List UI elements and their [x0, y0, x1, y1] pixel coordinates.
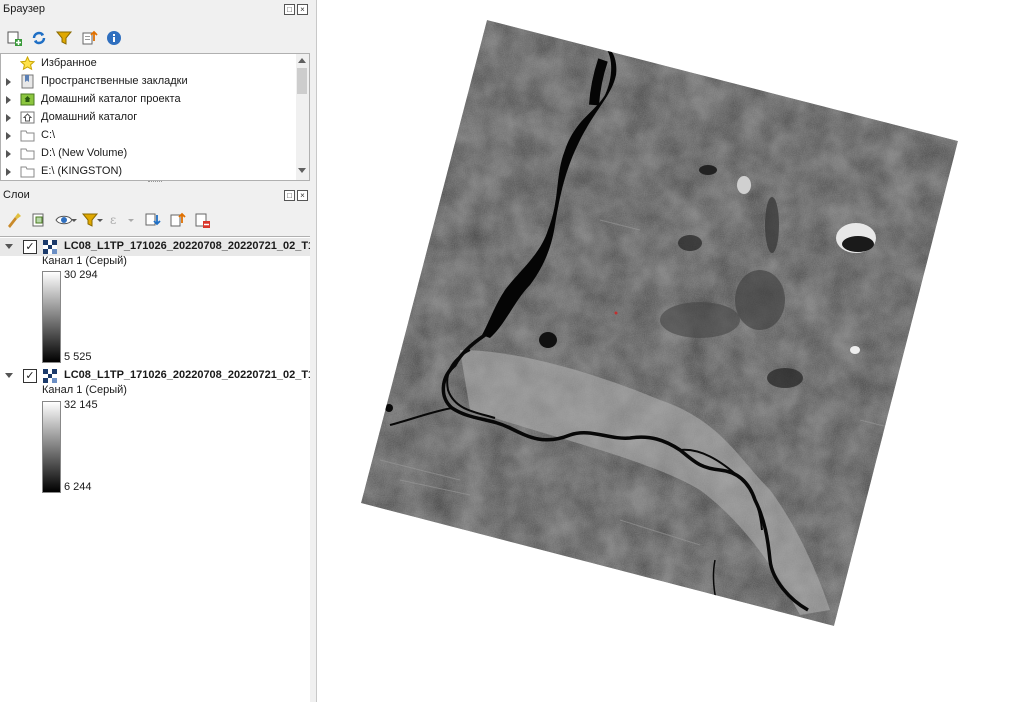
home-icon — [20, 111, 35, 124]
browser-item-bookmarks[interactable]: Пространственные закладки — [1, 73, 297, 91]
browser-panel-title: Браузер — [3, 3, 45, 15]
folder-icon — [20, 166, 35, 178]
collapse-arrow-icon[interactable] — [5, 373, 13, 378]
svg-text:ε: ε — [110, 213, 116, 227]
dropdown-arrow-icon[interactable] — [70, 211, 78, 229]
star-icon — [20, 56, 35, 71]
add-icon[interactable] — [5, 29, 23, 47]
legend-max-value: 32 145 — [64, 399, 98, 411]
grayscale-ramp — [42, 401, 61, 493]
browser-item-label: Пространственные закладки — [41, 75, 188, 87]
float-panel-icon[interactable]: □ — [284, 190, 295, 201]
raster-layer-icon — [43, 369, 57, 383]
project-home-icon — [20, 93, 35, 106]
browser-tree[interactable]: Избранное Пространственные закладки Дома… — [0, 53, 298, 181]
style-icon[interactable] — [5, 211, 23, 229]
browser-item-drive-c[interactable]: C:\ — [1, 127, 297, 145]
collapse-icon[interactable] — [80, 29, 98, 47]
expand-arrow-icon[interactable] — [6, 150, 11, 158]
browser-item-favorites[interactable]: Избранное — [1, 55, 297, 73]
expand-all-icon[interactable] — [143, 211, 161, 229]
browser-item-label: Домашний каталог — [41, 111, 138, 123]
browser-item-drive-d[interactable]: D:\ (New Volume) — [1, 145, 297, 163]
layer-visibility-checkbox[interactable]: ✓ — [23, 240, 37, 254]
legend-max-value: 30 294 — [64, 269, 98, 281]
dropdown-arrow-icon[interactable] — [127, 211, 135, 229]
folder-icon — [20, 148, 35, 160]
raster-layer-icon — [43, 240, 57, 254]
layer-item-1[interactable]: ✓ LC08_L1TP_171026_20220708_20220721_02_… — [0, 238, 310, 256]
dropdown-arrow-icon[interactable] — [96, 211, 104, 229]
info-icon[interactable] — [105, 29, 123, 47]
expression-filter-icon[interactable]: ε — [107, 211, 125, 229]
browser-toolbar — [0, 26, 310, 50]
folder-icon — [20, 130, 35, 142]
browser-panel-titlebar: Браузер □ × — [0, 0, 310, 18]
layer-visibility-checkbox[interactable]: ✓ — [23, 369, 37, 383]
layers-panel-titlebar: Слои □ × — [0, 186, 310, 204]
expand-arrow-icon[interactable] — [6, 114, 11, 122]
browser-item-label: D:\ (New Volume) — [41, 147, 128, 159]
add-group-icon[interactable] — [30, 211, 48, 229]
float-panel-icon[interactable]: □ — [284, 4, 295, 15]
layers-panel-title: Слои — [3, 189, 30, 201]
satellite-raster — [361, 20, 958, 626]
legend-min-value: 6 244 — [64, 481, 92, 493]
layers-tree[interactable]: ✓ LC08_L1TP_171026_20220708_20220721_02_… — [0, 236, 310, 703]
browser-item-drive-e[interactable]: E:\ (KINGSTON) — [1, 163, 297, 180]
scroll-up-arrow-icon[interactable] — [298, 58, 306, 63]
left-dock: Браузер □ × Избранное Пространственные з… — [0, 0, 310, 703]
expand-arrow-icon[interactable] — [6, 168, 11, 176]
layers-toolbar: ε — [0, 208, 310, 232]
layer-item-2[interactable]: ✓ LC08_L1TP_171026_20220708_20220721_02_… — [0, 367, 310, 385]
dock-splitter[interactable] — [310, 0, 317, 702]
scroll-down-arrow-icon[interactable] — [298, 168, 306, 173]
layer-band-label: Канал 1 (Серый) — [42, 384, 127, 396]
browser-item-label: E:\ (KINGSTON) — [41, 165, 123, 177]
expand-arrow-icon[interactable] — [6, 132, 11, 140]
browser-item-label: Домашний каталог проекта — [41, 93, 181, 105]
expand-arrow-icon[interactable] — [6, 96, 11, 104]
browser-item-project-home[interactable]: Домашний каталог проекта — [1, 91, 297, 109]
remove-layer-icon[interactable] — [193, 211, 211, 229]
browser-scrollbar[interactable] — [296, 53, 310, 181]
layer-name: LC08_L1TP_171026_20220708_20220721_02_T1… — [64, 369, 310, 381]
browser-item-label: C:\ — [41, 129, 56, 141]
filter-icon[interactable] — [55, 29, 73, 47]
scrollbar-thumb[interactable] — [297, 68, 307, 94]
panel-resize-grip[interactable] — [148, 181, 162, 184]
collapse-all-icon[interactable] — [168, 211, 186, 229]
layer-band-label: Канал 1 (Серый) — [42, 255, 127, 267]
layer-name: LC08_L1TP_171026_20220708_20220721_02_T1… — [64, 240, 310, 252]
browser-item-home[interactable]: Домашний каталог — [1, 109, 297, 127]
refresh-icon[interactable] — [30, 29, 48, 47]
collapse-arrow-icon[interactable] — [5, 244, 13, 249]
bookmarks-icon — [21, 74, 34, 89]
legend-min-value: 5 525 — [64, 351, 92, 363]
map-canvas[interactable] — [317, 0, 1017, 702]
grayscale-ramp — [42, 271, 61, 363]
close-panel-icon[interactable]: × — [297, 4, 308, 15]
browser-item-label: Избранное — [41, 57, 97, 69]
expand-arrow-icon[interactable] — [6, 78, 11, 86]
close-panel-icon[interactable]: × — [297, 190, 308, 201]
